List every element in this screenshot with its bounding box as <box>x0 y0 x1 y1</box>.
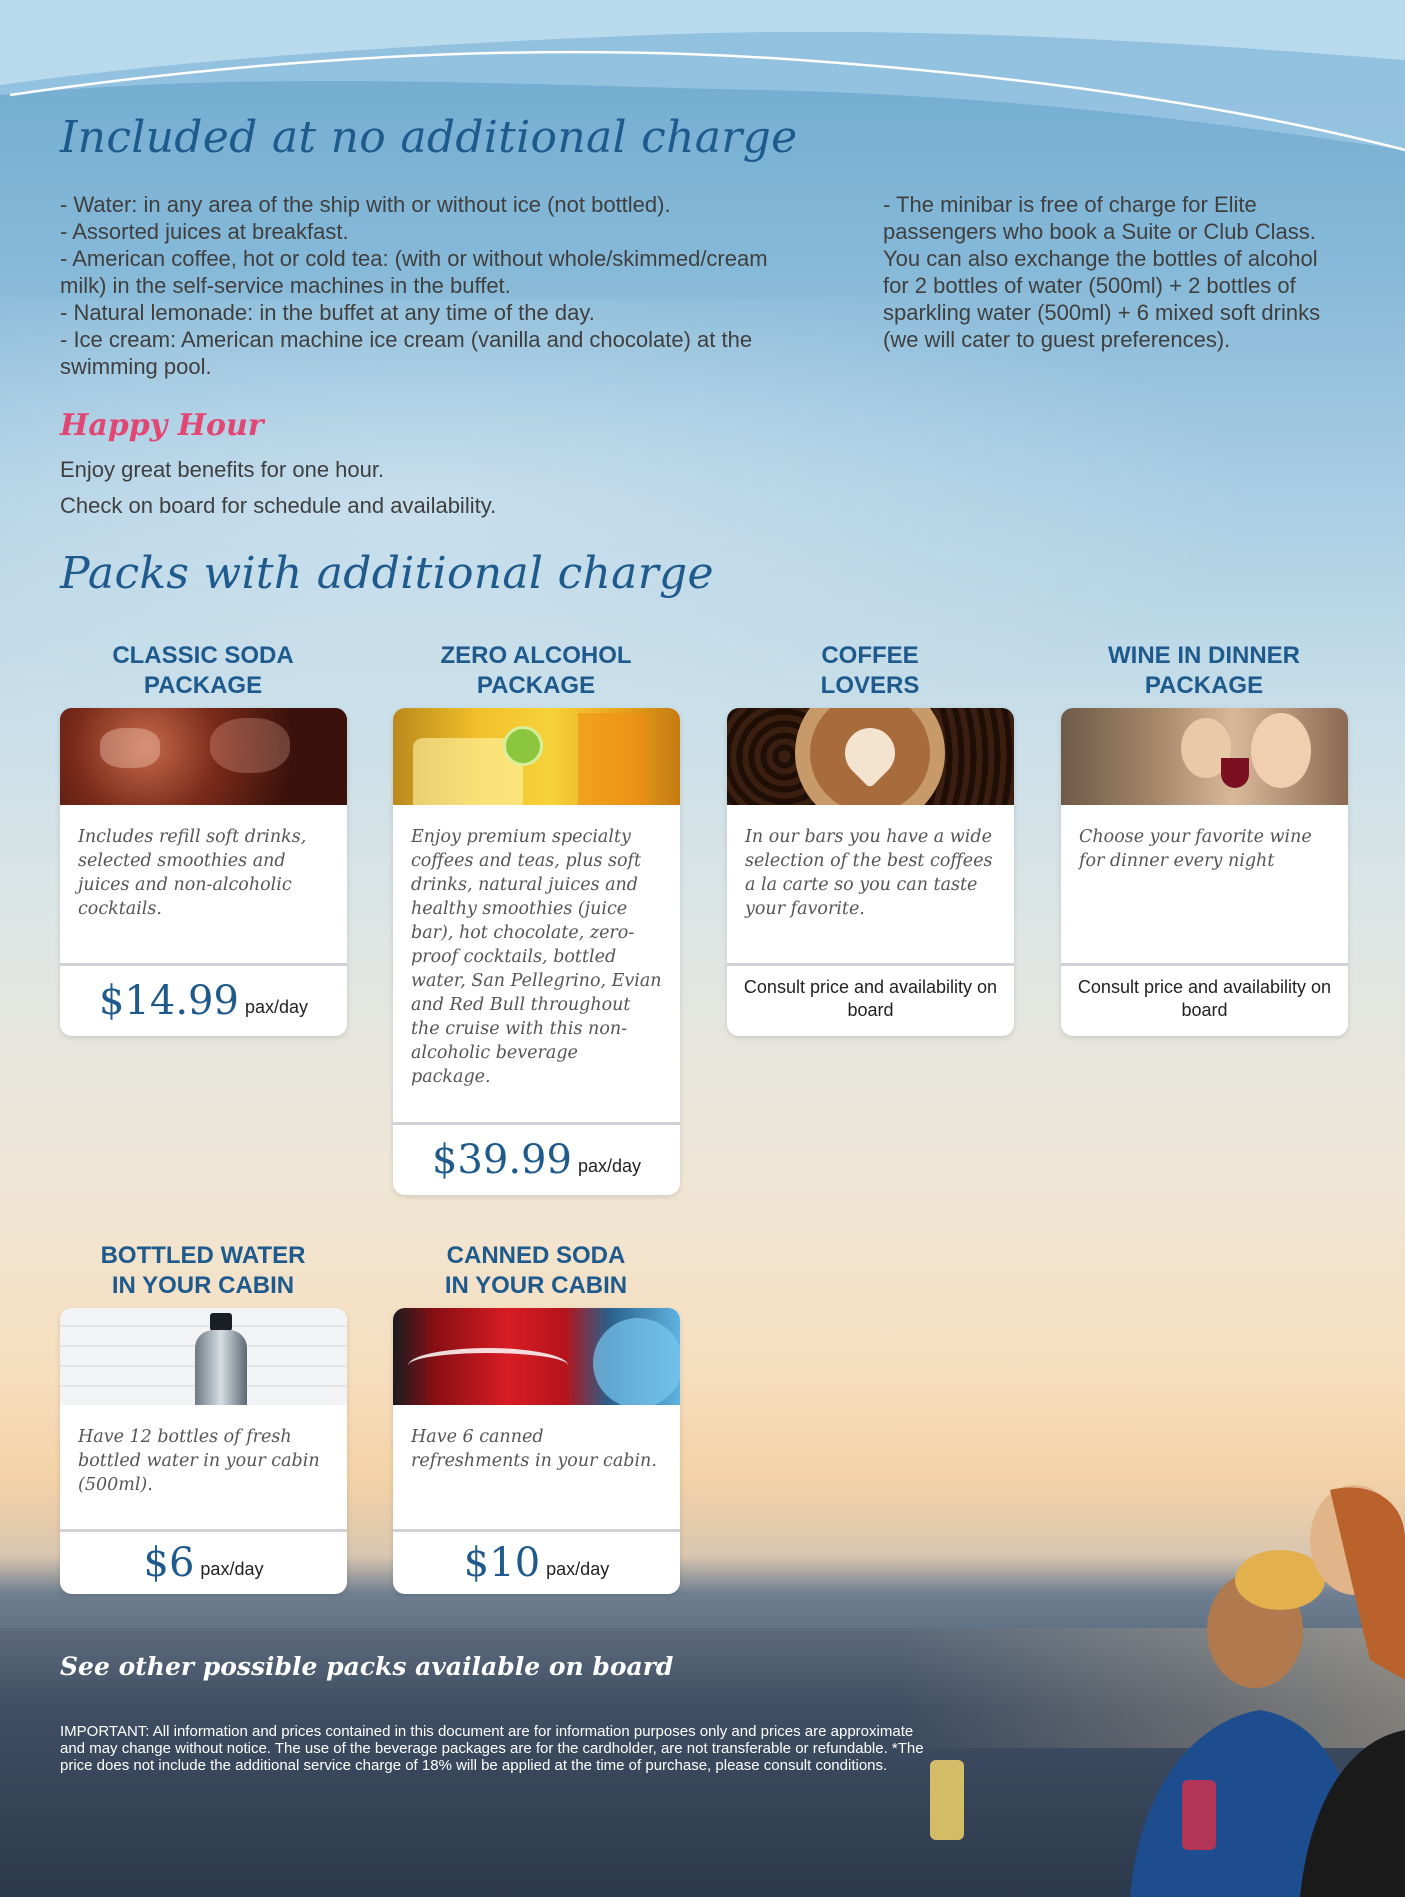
pack-title-classic-soda: CLASSIC SODAPACKAGE <box>58 641 348 701</box>
latte-art-image <box>727 708 1014 805</box>
packs-title: Packs with additional charge <box>60 548 714 599</box>
soda-can-image <box>393 1308 680 1405</box>
price-unit: pax/day <box>546 1559 609 1579</box>
pack-card-zero-alcohol: Enjoy premium specialty coffees and teas… <box>393 708 680 1195</box>
price-unit: pax/day <box>200 1559 263 1579</box>
price-unit: pax/day <box>578 1156 641 1176</box>
happy-hour-line: Enjoy great benefits for one hour. <box>60 452 496 488</box>
included-item: - Ice cream: American machine ice cream … <box>60 326 820 380</box>
pack-price-footer: $39.99 pax/day <box>393 1122 680 1195</box>
pack-consult-footer: Consult price and availability on board <box>1061 963 1348 1036</box>
guests-photo <box>900 1480 1405 1897</box>
juice-cocktail-image <box>393 708 680 805</box>
included-item: - Water: in any area of the ship with or… <box>60 191 820 218</box>
pack-title-bottled-water: BOTTLED WATERIN YOUR CABIN <box>58 1241 348 1301</box>
pack-description: Enjoy premium specialty coffees and teas… <box>393 805 680 1089</box>
pack-price-footer: $6pax/day <box>60 1529 347 1594</box>
pack-title-coffee-lovers: COFFEELOVERS <box>725 641 1015 701</box>
wine-glass-image <box>1061 708 1348 805</box>
happy-hour-title: Happy Hour <box>60 408 264 443</box>
pack-card-wine: Choose your favorite wine for dinner eve… <box>1061 708 1348 1036</box>
pack-price: $10 <box>464 1540 540 1586</box>
happy-hour-text: Enjoy great benefits for one hour. Check… <box>60 452 496 524</box>
pack-price: $6 <box>144 1540 195 1586</box>
pack-description: Includes refill soft drinks, selected sm… <box>60 805 347 921</box>
pack-card-classic-soda: Includes refill soft drinks, selected sm… <box>60 708 347 1036</box>
pack-description: Have 12 bottles of fresh bottled water i… <box>60 1405 347 1497</box>
pack-price-footer: $14.99 pax/day <box>60 963 347 1036</box>
pack-description: Choose your favorite wine for dinner eve… <box>1061 805 1348 873</box>
important-note: IMPORTANT: All information and prices co… <box>60 1723 940 1774</box>
pack-card-coffee-lovers: In our bars you have a wide selection of… <box>727 708 1014 1036</box>
pack-title-wine: WINE IN DINNERPACKAGE <box>1059 641 1349 701</box>
included-minibar-text: - The minibar is free of charge for Elit… <box>883 191 1348 353</box>
other-packs-heading: See other possible packs available on bo… <box>60 1652 673 1681</box>
pack-title-canned-soda: CANNED SODAIN YOUR CABIN <box>391 1241 681 1301</box>
pack-consult-footer: Consult price and availability on board <box>727 963 1014 1036</box>
pack-price: $39.99 <box>432 1137 572 1183</box>
pack-price-footer: $10 pax/day <box>393 1529 680 1594</box>
consult-text: Consult price and availability on board <box>727 966 1014 1022</box>
pack-description: In our bars you have a wide selection of… <box>727 805 1014 921</box>
included-item: - American coffee, hot or cold tea: (wit… <box>60 245 820 299</box>
pack-title-zero-alcohol: ZERO ALCOHOLPACKAGE <box>391 641 681 701</box>
pack-price: $14.99 <box>99 978 239 1024</box>
happy-hour-line: Check on board for schedule and availabi… <box>60 488 496 524</box>
included-item: - Assorted juices at breakfast. <box>60 218 820 245</box>
consult-text: Consult price and availability on board <box>1061 966 1348 1022</box>
included-title: Included at no additional charge <box>60 112 797 163</box>
page-background: Included at no additional charge - Water… <box>0 0 1405 1897</box>
price-unit: pax/day <box>245 997 308 1017</box>
included-list-left: - Water: in any area of the ship with or… <box>60 191 820 380</box>
water-bottle-image <box>60 1308 347 1405</box>
ice-cola-image <box>60 708 347 805</box>
included-item: - Natural lemonade: in the buffet at any… <box>60 299 820 326</box>
pack-card-canned-soda: Have 6 canned refreshments in your cabin… <box>393 1308 680 1594</box>
pack-card-bottled-water: Have 12 bottles of fresh bottled water i… <box>60 1308 347 1594</box>
pack-description: Have 6 canned refreshments in your cabin… <box>393 1405 680 1473</box>
